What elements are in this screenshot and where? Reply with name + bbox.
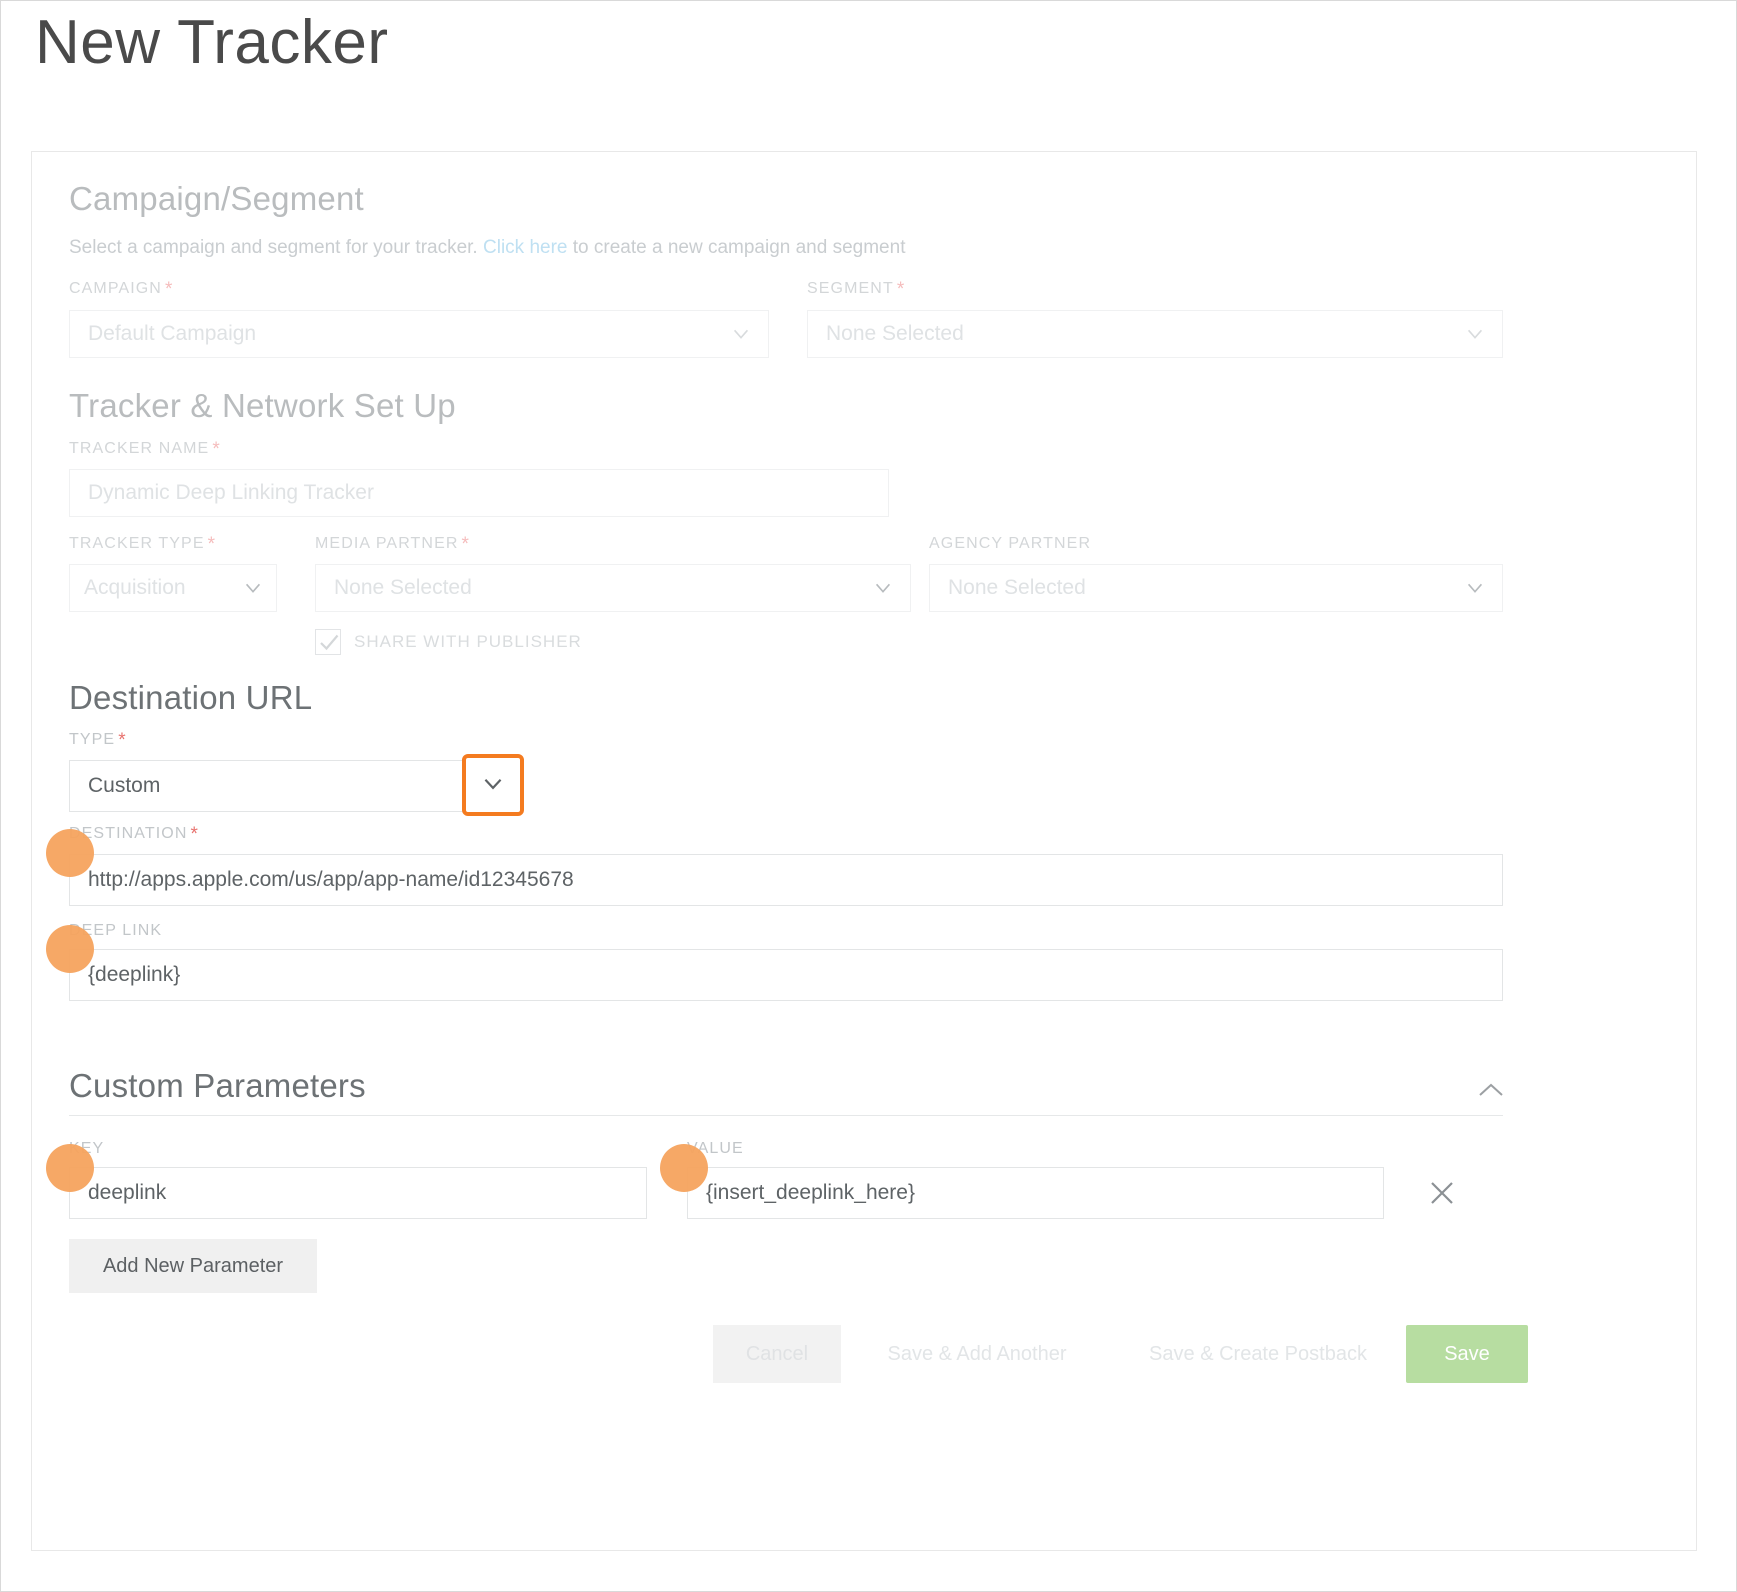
tracker-network-heading: Tracker & Network Set Up: [69, 387, 456, 424]
save-add-another-button[interactable]: Save & Add Another: [885, 1325, 1069, 1383]
required-asterisk: *: [896, 279, 906, 300]
destination-type-dropdown-button[interactable]: [462, 754, 524, 816]
destination-value: http://apps.apple.com/us/app/app-name/id…: [88, 868, 574, 891]
segment-select[interactable]: None Selected: [807, 310, 1503, 358]
required-asterisk: *: [461, 534, 471, 555]
tracker-form-card: Campaign/Segment Select a campaign and s…: [31, 151, 1697, 1551]
parameter-value-value: {insert_deeplink_here}: [706, 1181, 915, 1204]
campaign-select-value: Default Campaign: [88, 322, 257, 345]
tracker-type-label: TRACKER TYPE *: [69, 534, 217, 555]
media-partner-value: None Selected: [334, 576, 472, 599]
chevron-down-icon: [730, 323, 752, 345]
save-button[interactable]: Save: [1406, 1325, 1528, 1383]
segment-select-value: None Selected: [826, 322, 964, 345]
new-tracker-screen: New Tracker Campaign/Segment Select a ca…: [0, 0, 1737, 1592]
chevron-down-icon: [1464, 323, 1486, 345]
add-new-parameter-button[interactable]: Add New Parameter: [69, 1239, 317, 1293]
segment-field-label: SEGMENT *: [807, 279, 906, 300]
required-asterisk: *: [118, 730, 127, 751]
tracker-name-input[interactable]: Dynamic Deep Linking Tracker: [69, 469, 889, 517]
campaign-description-suffix: to create a new campaign and segment: [567, 237, 906, 258]
campaign-segment-heading: Campaign/Segment: [69, 180, 364, 217]
campaign-segment-description: Select a campaign and segment for your t…: [69, 237, 905, 259]
campaign-field-label: CAMPAIGN *: [69, 279, 174, 300]
destination-type-value: Custom: [88, 774, 161, 797]
save-create-postback-button[interactable]: Save & Create Postback: [1145, 1325, 1371, 1383]
deep-link-input[interactable]: {deeplink}: [69, 949, 1503, 1001]
parameter-value-label: VALUE: [687, 1140, 744, 1157]
chevron-down-icon: [1464, 577, 1486, 599]
share-with-publisher-row[interactable]: SHARE WITH PUBLISHER: [315, 629, 582, 655]
destination-url-heading: Destination URL: [69, 679, 313, 716]
deep-link-label: DEEP LINK: [69, 922, 163, 939]
cancel-button[interactable]: Cancel: [713, 1325, 841, 1383]
tracker-type-select[interactable]: Acquisition: [69, 564, 277, 612]
chevron-down-icon: [480, 770, 506, 801]
agency-partner-label: AGENCY PARTNER: [929, 535, 1092, 552]
custom-parameters-divider: [69, 1115, 1503, 1116]
agency-partner-select[interactable]: None Selected: [929, 564, 1503, 612]
destination-input[interactable]: http://apps.apple.com/us/app/app-name/id…: [69, 854, 1503, 906]
destination-type-select[interactable]: Custom: [69, 760, 494, 812]
custom-parameters-collapse-toggle[interactable]: [1474, 1074, 1508, 1108]
deep-link-value: {deeplink}: [88, 963, 181, 986]
media-partner-select[interactable]: None Selected: [315, 564, 911, 612]
required-asterisk: *: [207, 534, 217, 555]
parameter-key-value: deeplink: [88, 1181, 167, 1204]
create-campaign-link[interactable]: Click here: [483, 237, 567, 258]
tracker-type-value: Acquisition: [84, 576, 186, 599]
custom-parameters-heading: Custom Parameters: [69, 1067, 366, 1104]
remove-parameter-button[interactable]: [1425, 1176, 1459, 1210]
required-asterisk: *: [212, 439, 221, 460]
parameter-key-label: KEY: [69, 1140, 105, 1157]
tracker-name-label: TRACKER NAME *: [69, 439, 221, 460]
required-asterisk: *: [190, 824, 199, 845]
share-with-publisher-label: SHARE WITH PUBLISHER: [354, 632, 582, 651]
chevron-down-icon: [872, 577, 894, 599]
share-with-publisher-checkbox[interactable]: [315, 629, 341, 655]
destination-label: DESTINATION *: [69, 824, 199, 845]
campaign-description-prefix: Select a campaign and segment for your t…: [69, 237, 483, 258]
parameter-key-input[interactable]: deeplink: [69, 1167, 647, 1219]
agency-partner-value: None Selected: [948, 576, 1086, 599]
parameter-value-input[interactable]: {insert_deeplink_here}: [687, 1167, 1384, 1219]
page-title: New Tracker: [35, 8, 389, 77]
tracker-name-value: Dynamic Deep Linking Tracker: [88, 481, 374, 504]
media-partner-label: MEDIA PARTNER *: [315, 534, 471, 555]
type-label: TYPE *: [69, 730, 127, 751]
required-asterisk: *: [164, 279, 174, 300]
chevron-down-icon: [242, 577, 264, 599]
campaign-select[interactable]: Default Campaign: [69, 310, 769, 358]
